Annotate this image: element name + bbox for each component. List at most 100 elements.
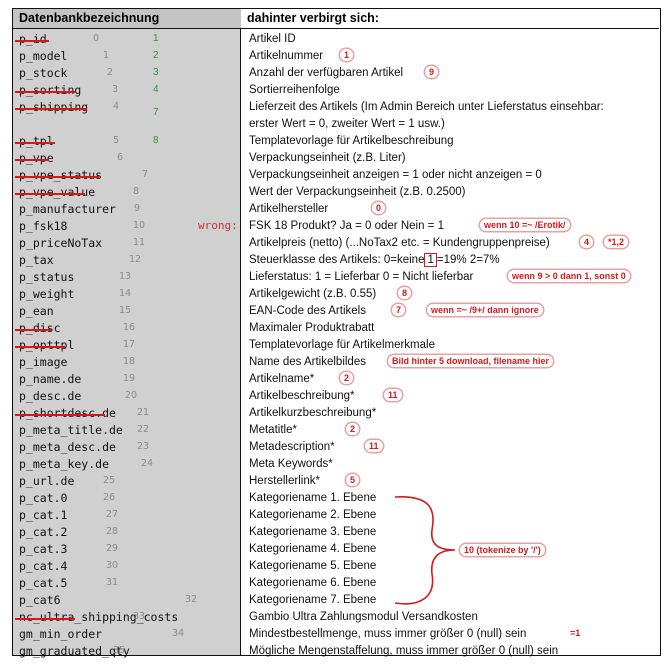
description-text: Name des Artikelbildes (249, 356, 366, 368)
description-text: Metatitle* (249, 424, 297, 436)
highlighted-value: 1 (424, 253, 437, 267)
description-text: Kategoriename 7. Ebene (249, 594, 377, 606)
description-text: Templatevorlage für Artikelbeschreibung (249, 135, 454, 147)
column-index: 14 (119, 288, 132, 299)
strikethrough-mark (15, 159, 49, 161)
column-index: 6 (117, 152, 124, 163)
field-description: Anzahl der verfügbaren Artikel (249, 65, 659, 82)
field-name: p_priceNoTax (19, 236, 103, 250)
column-index: 13 (119, 271, 132, 282)
strikethrough-mark (15, 193, 85, 195)
handwritten-annotation: 2 (346, 423, 360, 435)
table-row: p_desc.de 20 Artikelbeschreibung* (13, 388, 660, 405)
table-row: p_model 1 2 Artikelnummer (13, 48, 660, 65)
field-description: Metadescription* (249, 439, 659, 456)
header-meaning: dahinter verbirgt sich: (241, 9, 659, 29)
field-description: Artikelhersteller (249, 201, 659, 218)
description-text: EAN-Code des Artikels (249, 305, 366, 317)
field-description: Herstellerlink* (249, 473, 659, 490)
description-text: Kategoriename 2. Ebene (249, 509, 377, 521)
column-index: 33 (133, 611, 146, 622)
document-page: Datenbankbezeichnung dahinter verbirgt s… (0, 0, 669, 672)
handwritten-annotation: 11 (365, 440, 383, 452)
table-row: p_cat.2 28 Kategoriename 3. Ebene (13, 524, 660, 541)
table-row: nc_ultra_shipping_costs 33 Gambio Ultra Za… (13, 609, 660, 626)
strikethrough-mark (15, 329, 51, 331)
field-description: Artikelnummer (249, 48, 659, 65)
field-mapping-table: Datenbankbezeichnung dahinter verbirgt s… (12, 8, 661, 658)
field-description: Gambio Ultra Zahlungsmodul Versandkosten (249, 609, 659, 626)
handwritten-annotation: 0 (372, 202, 386, 214)
column-index: 15 (119, 305, 132, 316)
field-name: p_meta_title.de (19, 423, 123, 437)
table-row: p_id 0 1 Artikel ID (13, 31, 660, 48)
field-description: Maximaler Produktrabatt (249, 320, 659, 337)
table-row: p_cat.1 27 Kategoriename 2. Ebene (13, 507, 660, 524)
description-text: Artikelname* (249, 373, 315, 385)
field-description: Artikel ID (249, 31, 659, 48)
table-row: p_name.de 19 Artikelname* (13, 371, 660, 388)
table-row: p_stock 2 3 Anzahl der verfügbaren Artikel (13, 65, 660, 82)
handwritten-annotation: wenn =~ /9+/ dann ignore (427, 304, 543, 316)
column-index: 24 (141, 458, 154, 469)
field-description: Kategoriename 6. Ebene (249, 575, 659, 592)
description-text: Artikelpreis (netto) (...NoTax2 etc. = K… (249, 237, 550, 249)
description-text: Gambio Ultra Zahlungsmodul Versandkosten (249, 611, 478, 623)
handwritten-annotation: wenn 9 > 0 dann 1, sonst 0 (508, 270, 630, 282)
field-name: p_meta_desc.de (19, 440, 116, 454)
field-description: Metatitle* (249, 422, 659, 439)
table-row: p_meta_desc.de 23 Metadescription* (13, 439, 660, 456)
table-row: gm_min_order 34 Mindestbestellmenge, muss … (13, 626, 660, 643)
column-index: 2 (107, 67, 114, 78)
handwritten-annotation: =1 (570, 628, 581, 638)
handwritten-annotation: wenn 10 =~ /Erotik/ (480, 219, 570, 231)
description-text: Metadescription* (249, 441, 335, 453)
table-row: p_tpl 5 8 Templatevorlage für Artikelbeschr… (13, 133, 660, 150)
table-row: p_opttpl 17 Templatevorlage für Artikelmer… (13, 337, 660, 354)
column-index: 3 (112, 84, 119, 95)
table-row: p_shipping 4 7 Lieferzeit des Artikels (Im … (13, 99, 660, 133)
field-description: Kategoriename 4. Ebene (249, 541, 659, 558)
handwritten-annotation: 7 (392, 304, 406, 316)
field-name: p_fsk18 (19, 219, 68, 233)
description-text: Kategoriename 1. Ebene (249, 492, 377, 504)
field-description: Verpackungseinheit anzeigen = 1 oder nic… (249, 167, 659, 184)
field-description: Artikelkurzbeschreibung* (249, 405, 659, 422)
field-description: Steuerklasse des Artikels: 0=keine 1 =19% … (249, 252, 659, 269)
column-index: 0 (93, 33, 100, 44)
strikethrough-mark (15, 346, 65, 348)
field-name: p_manufacturer (19, 202, 116, 216)
handwritten-annotation: 10 (tokenize by '/') (460, 544, 545, 556)
header-database-field: Datenbankbezeichnung (13, 9, 241, 29)
description-text: FSK 18 Produkt? Ja = 0 oder Nein = 1 (249, 220, 444, 232)
column-index: 10 (133, 220, 146, 231)
field-description: Kategoriename 7. Ebene (249, 592, 659, 609)
description-text: Verpackungseinheit (z.B. Liter) (249, 152, 406, 164)
table-row: p_cat.4 30 Kategoriename 5. Ebene (13, 558, 660, 575)
description-text: Templatevorlage für Artikelmerkmale (249, 339, 435, 351)
field-name: p_url.de (19, 474, 75, 488)
strikethrough-mark (15, 618, 75, 620)
description-text: Artikelnummer (249, 50, 324, 62)
column-index: 11 (133, 237, 146, 248)
description-text: Herstellerlink* (249, 475, 320, 487)
table-row: p_vpe 6 Verpackungseinheit (z.B. Liter) (13, 150, 660, 167)
description-tail: =19% 2=7% (436, 254, 500, 266)
handwritten-annotation: 4 (580, 236, 594, 248)
column-index: 31 (106, 577, 119, 588)
table-row: p_cat6 32 Kategoriename 7. Ebene (13, 592, 660, 609)
column-index: 34 (172, 628, 185, 639)
column-index: 16 (123, 322, 136, 333)
column-index: 26 (103, 492, 116, 503)
table-row: p_tax 12 Steuerklasse des Artikels: 0=kein… (13, 252, 660, 269)
strikethrough-mark (15, 108, 87, 110)
table-row: p_shortdesc.de 21 Artikelkurzbeschreibung* (13, 405, 660, 422)
description-text: Artikel ID (249, 33, 296, 45)
table-row: p_priceNoTax 11 Artikelpreis (netto) (...N… (13, 235, 660, 252)
field-description: Wert der Verpackungseinheit (z.B. 0.2500… (249, 184, 659, 201)
table-row: p_disc 16 Maximaler Produktrabatt (13, 320, 660, 337)
field-name: p_cat.5 (19, 576, 68, 590)
field-name: p_cat.1 (19, 508, 68, 522)
description-text: Kategoriename 3. Ebene (249, 526, 377, 538)
field-name: p_cat6 (19, 593, 61, 607)
